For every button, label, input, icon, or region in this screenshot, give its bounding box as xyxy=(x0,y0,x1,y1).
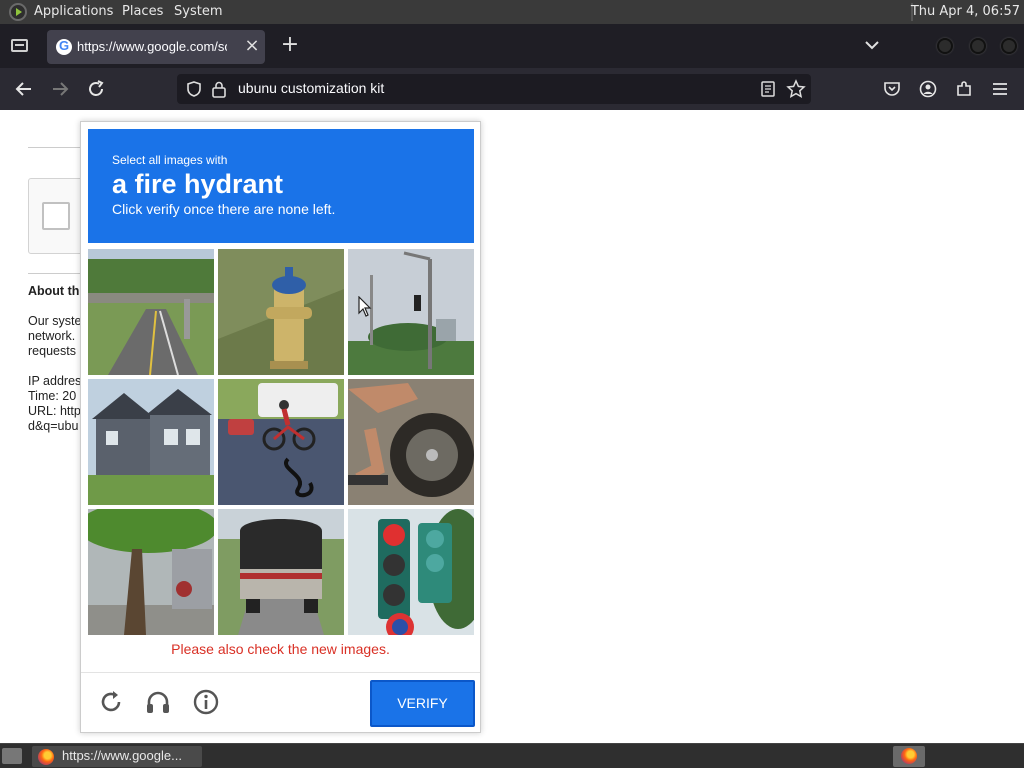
url-line-continued: d&q=ubu xyxy=(28,419,79,433)
minimize-window-button[interactable] xyxy=(937,38,953,54)
bookmark-star-icon[interactable] xyxy=(786,79,806,99)
page-text-line: network. xyxy=(28,329,76,343)
tab-google-sorry[interactable]: https://www.google.com/sorry/index?conti… xyxy=(47,30,265,64)
shield-icon[interactable] xyxy=(185,80,203,98)
address-bar[interactable]: ubunu customization kit xyxy=(177,74,811,104)
url-line: URL: http xyxy=(28,404,81,418)
reload-challenge-icon[interactable] xyxy=(97,688,125,716)
reload-icon[interactable] xyxy=(86,79,106,99)
back-arrow-icon[interactable] xyxy=(14,79,34,99)
tab-close-icon[interactable]: × xyxy=(243,36,261,56)
menu-places[interactable]: Places xyxy=(122,4,163,19)
forward-arrow-icon[interactable] xyxy=(50,79,70,99)
motorcycle-image[interactable] xyxy=(348,379,474,505)
fire-hydrant-image[interactable] xyxy=(218,249,344,375)
tray-firefox-launcher[interactable] xyxy=(893,746,925,767)
time-line: Time: 20 xyxy=(28,389,77,403)
firefox-icon xyxy=(901,748,917,764)
menu-system[interactable]: System xyxy=(174,4,222,19)
taskbar-window-label: https://www.google... xyxy=(62,748,182,763)
google-favicon-icon xyxy=(56,38,72,55)
houses-image[interactable] xyxy=(88,379,214,505)
distro-logo-icon[interactable] xyxy=(9,3,27,21)
page-text-line: requests xyxy=(28,344,76,358)
not-a-robot-checkbox[interactable] xyxy=(42,202,70,230)
recaptcha-checkbox-card xyxy=(28,178,88,254)
new-images-message: Please also check the new images. xyxy=(171,641,390,657)
cyclist-image[interactable] xyxy=(218,379,344,505)
ip-address-line: IP addres xyxy=(28,374,82,388)
new-tab-button[interactable]: + xyxy=(280,34,300,56)
tree-image[interactable] xyxy=(88,509,214,635)
reader-view-icon[interactable] xyxy=(760,80,776,98)
taskbar-window-firefox[interactable]: https://www.google... xyxy=(32,746,202,767)
page-text-line: Our syste xyxy=(28,314,82,328)
headphones-audio-icon[interactable] xyxy=(144,688,172,716)
mouse-cursor-icon xyxy=(358,296,372,317)
hamburger-menu-icon[interactable] xyxy=(990,79,1010,99)
info-icon[interactable] xyxy=(192,688,220,716)
account-icon[interactable] xyxy=(918,79,938,99)
chevron-down-icon[interactable] xyxy=(863,37,881,53)
maximize-window-button[interactable] xyxy=(970,38,986,54)
challenge-header: Select all images with a fire hydrant Cl… xyxy=(88,129,474,243)
tab-overview-icon[interactable] xyxy=(11,39,28,52)
taskbar: https://www.google... xyxy=(0,743,1024,768)
challenge-instruction: Click verify once there are none left. xyxy=(112,201,336,217)
traffic-light-image[interactable] xyxy=(348,509,474,635)
navigation-bar: ubunu customization kit xyxy=(0,68,1024,110)
pocket-icon[interactable] xyxy=(882,79,902,99)
recaptcha-challenge-popup: Select all images with a fire hydrant Cl… xyxy=(80,121,481,733)
verify-button[interactable]: VERIFY xyxy=(370,680,475,727)
firefox-icon xyxy=(38,749,54,765)
lock-icon[interactable] xyxy=(211,80,227,98)
tab-title: https://www.google.com/sorry/index?conti… xyxy=(77,39,227,54)
clock[interactable]: Thu Apr 4, 06:57 xyxy=(911,4,1020,19)
road-overpass-image[interactable] xyxy=(88,249,214,375)
divider xyxy=(28,273,88,274)
show-desktop-icon[interactable] xyxy=(2,748,22,764)
menu-applications[interactable]: Applications xyxy=(34,4,113,19)
extensions-puzzle-icon[interactable] xyxy=(954,79,974,99)
challenge-object: a fire hydrant xyxy=(112,169,284,199)
challenge-subtitle: Select all images with xyxy=(112,153,228,167)
system-top-bar: Applications Places System Thu Apr 4, 06… xyxy=(0,0,1024,24)
page-heading: About th xyxy=(28,284,80,298)
divider xyxy=(28,147,88,148)
truck-image[interactable] xyxy=(218,509,344,635)
close-window-button[interactable] xyxy=(1001,38,1017,54)
divider xyxy=(81,672,480,673)
browser-tab-strip: https://www.google.com/sorry/index?conti… xyxy=(0,24,1024,68)
address-input[interactable]: ubunu customization kit xyxy=(238,80,384,96)
